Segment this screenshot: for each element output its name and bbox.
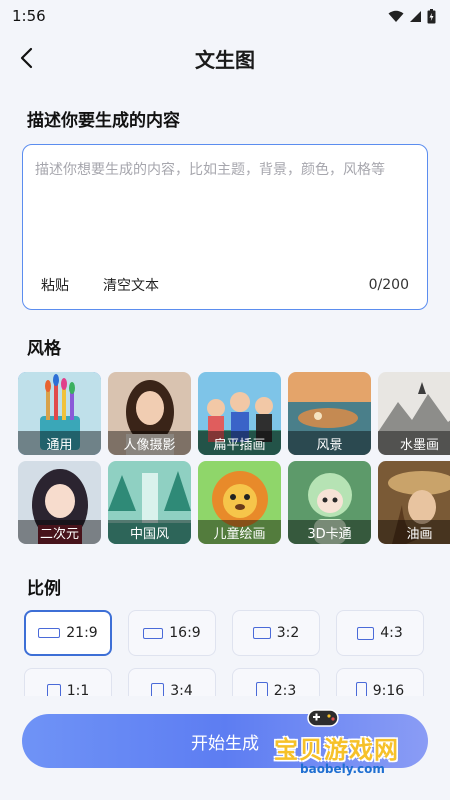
style-section-title: 风格: [27, 339, 61, 359]
battery-icon: [427, 8, 436, 23]
style-card-anime[interactable]: 二次元: [18, 461, 101, 544]
ratio-button-4-3[interactable]: 4:3: [336, 610, 424, 656]
ratio-label: 16:9: [169, 625, 201, 641]
style-label: 人像摄影: [108, 431, 191, 455]
ratio-row: 21:9 16:9 3:2 4:3: [24, 610, 430, 656]
style-card-chinese-style[interactable]: 中国风: [108, 461, 191, 544]
ratio-1-1-icon: [46, 684, 61, 696]
char-counter: 0/200: [368, 277, 409, 293]
style-card-ink-painting[interactable]: 水墨画: [378, 372, 450, 455]
ratio-grid: 21:9 16:9 3:2 4:3 1:1 3:4 2:3 9:16: [24, 610, 430, 696]
status-icons: [388, 8, 436, 24]
style-label: 通用: [18, 431, 101, 455]
start-generate-button[interactable]: 开始生成: [22, 714, 428, 768]
ratio-label: 3:2: [276, 625, 300, 641]
ratio-3-2-icon: [252, 627, 271, 639]
paste-button[interactable]: 粘贴: [41, 275, 69, 295]
ratio-label: 9:16: [372, 683, 405, 696]
prompt-actions: 粘贴 清空文本 0/200: [23, 275, 427, 295]
ratio-16-9-icon: [143, 627, 164, 639]
ratio-button-3-4[interactable]: 3:4: [128, 668, 216, 696]
app-header: 文生图: [0, 36, 450, 80]
ratio-21-9-icon: [38, 628, 61, 638]
ratio-button-1-1[interactable]: 1:1: [24, 668, 112, 696]
style-card-oil-painting[interactable]: 油画: [378, 461, 450, 544]
ratio-row: 1:1 3:4 2:3 9:16: [24, 668, 430, 696]
ratio-section-title: 比例: [27, 579, 61, 599]
back-button[interactable]: [10, 42, 42, 74]
style-card-portrait[interactable]: 人像摄影: [108, 372, 191, 455]
ratio-9-16-icon: [355, 681, 367, 696]
start-generate-label: 开始生成: [191, 733, 259, 754]
chevron-left-icon: [20, 47, 33, 69]
style-label: 儿童绘画: [198, 520, 281, 544]
style-label: 扁平插画: [198, 431, 281, 455]
wifi-icon: [388, 10, 404, 22]
status-bar: 1:56: [0, 0, 450, 32]
ratio-label: 21:9: [66, 625, 98, 641]
style-card-kids-drawing[interactable]: 儿童绘画: [198, 461, 281, 544]
style-card-general[interactable]: 通用: [18, 372, 101, 455]
ratio-button-3-2[interactable]: 3:2: [232, 610, 320, 656]
style-row: 通用 人像摄影 扁平插画 风景 水墨画: [18, 372, 450, 455]
ratio-4-3-icon: [357, 626, 375, 640]
style-card-flat-illustration[interactable]: 扁平插画: [198, 372, 281, 455]
prompt-section-title: 描述你要生成的内容: [27, 111, 180, 131]
ratio-2-3-icon: [255, 682, 268, 696]
style-row: 二次元 中国风 儿童绘画 3D卡通 油画: [18, 461, 450, 544]
ratio-label: 4:3: [380, 625, 403, 641]
prompt-box: 粘贴 清空文本 0/200: [22, 144, 428, 310]
style-label: 二次元: [18, 520, 101, 544]
ratio-button-2-3[interactable]: 2:3: [232, 668, 320, 696]
ratio-label: 3:4: [170, 683, 193, 696]
style-label: 中国风: [108, 520, 191, 544]
style-grid: 通用 人像摄影 扁平插画 风景 水墨画 二次元 中国风 儿童绘画 3D卡通 油画: [18, 372, 450, 544]
ratio-button-21-9[interactable]: 21:9: [24, 610, 112, 656]
clear-text-button[interactable]: 清空文本: [103, 275, 159, 295]
ratio-3-4-icon: [151, 682, 165, 696]
signal-icon: [410, 10, 421, 22]
prompt-input[interactable]: [35, 159, 415, 259]
style-label: 3D卡通: [288, 520, 371, 544]
ratio-label: 1:1: [66, 683, 90, 696]
ratio-label: 2:3: [273, 683, 297, 696]
status-time: 1:56: [12, 7, 46, 25]
style-card-3d-cartoon[interactable]: 3D卡通: [288, 461, 371, 544]
style-label: 风景: [288, 431, 371, 455]
ratio-button-9-16[interactable]: 9:16: [336, 668, 424, 696]
style-card-landscape[interactable]: 风景: [288, 372, 371, 455]
ratio-button-16-9[interactable]: 16:9: [128, 610, 216, 656]
page-title: 文生图: [195, 47, 255, 72]
style-label: 油画: [378, 520, 450, 544]
style-label: 水墨画: [378, 431, 450, 455]
